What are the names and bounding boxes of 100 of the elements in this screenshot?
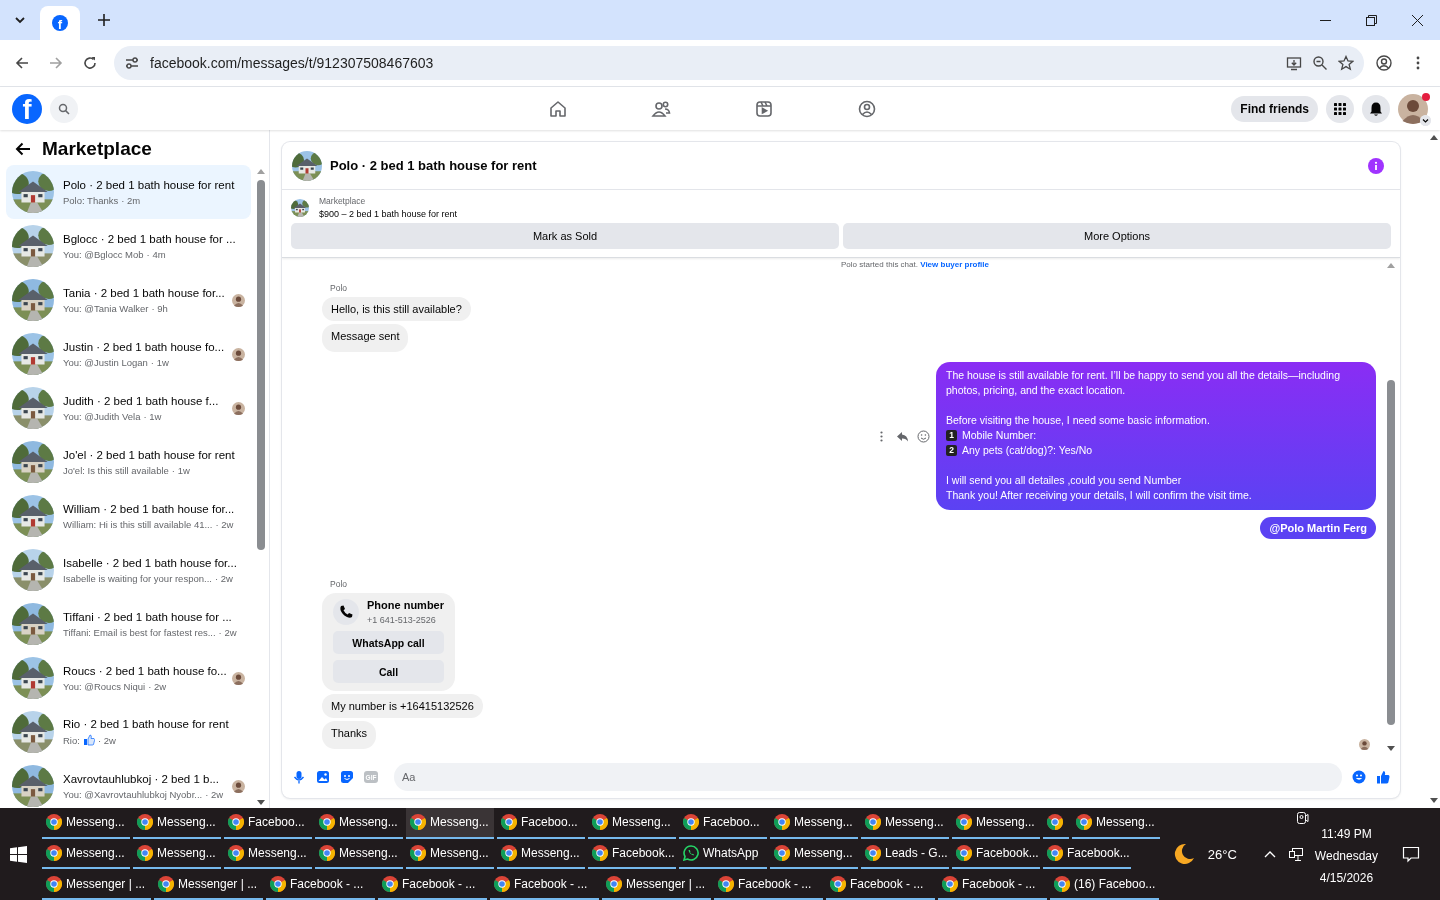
mention-bubble[interactable]: @Polo Martin Ferg (1260, 517, 1376, 539)
site-settings-icon[interactable] (124, 55, 140, 71)
listing-action-button[interactable]: Mark as Sold (291, 223, 839, 249)
taskbar-item[interactable]: Facebook - ... (826, 869, 935, 900)
taskbar-item[interactable]: Leads - G... (861, 838, 949, 870)
taskbar-item[interactable]: Messeng... (315, 838, 403, 870)
notification-icon[interactable] (1402, 845, 1420, 863)
taskbar-item[interactable]: Faceboo... (224, 808, 312, 839)
emoji-icon[interactable] (917, 429, 930, 443)
conversation-item[interactable]: Tania · 2 bed 1 bath house for... You: @Tania Walker · 9h (6, 273, 251, 327)
install-icon[interactable] (1286, 55, 1302, 71)
conversation-item[interactable]: William · 2 bed 1 bath house for... William: Hi is this still available 41... · 2w (6, 489, 251, 543)
browser-icon (501, 814, 517, 831)
back-arrow-icon[interactable] (14, 140, 32, 158)
taskbar-item[interactable]: Facebook - ... (490, 869, 599, 900)
emoji-icon[interactable] (1352, 770, 1366, 784)
face-icon[interactable] (857, 98, 877, 119)
taskbar-item[interactable]: Messeng... (861, 808, 949, 839)
taskbar-item[interactable]: Facebook - ... (266, 869, 375, 900)
taskbar-item[interactable]: Facebook - ... (378, 869, 487, 900)
profile-icon[interactable] (1376, 55, 1392, 71)
conversation-item[interactable]: Xavrovtauhlubkoj · 2 bed 1 b... You: @Xavrovtauhlubkoj Nyobr... · 2w (6, 759, 251, 808)
photo-icon[interactable] (316, 770, 330, 784)
conversation-item[interactable]: Bglocc · 2 bed 1 bath house for ... You: @Bglocc Mob · 4m (6, 219, 251, 273)
conversation-item[interactable]: Justin · 2 bed 1 bath house fo... You: @Justin Logan · 1w (6, 327, 251, 381)
notifications-button[interactable] (1362, 94, 1390, 123)
conversation-item[interactable]: Polo · 2 bed 1 bath house for rent Polo: Thanks · 2m (6, 165, 251, 219)
star-icon[interactable] (1338, 55, 1354, 71)
clock-time[interactable]: 11:49 PM (1321, 827, 1372, 841)
scroll-down-icon[interactable] (1430, 798, 1438, 804)
reply-icon[interactable] (896, 429, 909, 443)
taskbar-item[interactable]: Messeng... (770, 838, 858, 870)
listing-action-button[interactable]: More Options (843, 223, 1391, 249)
scrollbar-thumb[interactable] (1387, 380, 1395, 725)
taskbar-item[interactable]: Messeng... (952, 808, 1040, 839)
conversation-item[interactable]: Isabelle · 2 bed 1 bath house for... Isabelle is waiting for your respon... · 2w (6, 543, 251, 597)
taskbar-item[interactable]: Messeng... (42, 838, 130, 870)
scroll-down-icon[interactable] (1387, 746, 1395, 752)
conversation-preview: You: @Xavrovtauhlubkoj Nyobr... (63, 788, 203, 800)
scroll-down-icon[interactable] (257, 800, 265, 806)
taskbar-item[interactable]: Facebook - ... (714, 869, 823, 900)
scrollbar-thumb[interactable] (257, 180, 265, 550)
network-icon[interactable] (1288, 847, 1303, 861)
clock-date[interactable]: 4/15/2026 (1319, 871, 1374, 885)
clock-day[interactable]: Wednesday (1314, 849, 1378, 863)
call-button[interactable]: Call (333, 660, 444, 683)
taskbar-item[interactable]: Messeng... (406, 838, 494, 870)
conversation-item[interactable]: Judith · 2 bed 1 bath house f... You: @Judith Vela · 1w (6, 381, 251, 435)
taskbar-item[interactable]: Messenger | ... (42, 869, 151, 900)
browser-icon (137, 814, 153, 831)
taskbar-item[interactable]: Messeng... (315, 808, 403, 839)
taskbar-item[interactable]: Facebook... (952, 838, 1040, 870)
info-icon[interactable] (1368, 157, 1384, 174)
caret-icon[interactable] (1420, 114, 1431, 126)
menu-button[interactable] (1326, 94, 1354, 123)
taskbar-item[interactable]: Messeng... (406, 808, 494, 839)
taskbar-item[interactable]: Facebook... (588, 838, 676, 870)
taskbar-item[interactable]: Messenger | ... (602, 869, 711, 900)
windows-icon[interactable] (9, 845, 27, 863)
call-button[interactable]: WhatsApp call (333, 631, 444, 654)
video-icon[interactable] (754, 98, 774, 119)
address-bar[interactable]: facebook.com/messages/t/912307508467603 (114, 46, 1364, 80)
sticker-icon[interactable] (340, 770, 354, 784)
taskbar-item[interactable]: Messenger | ... (154, 869, 263, 900)
zoom-icon[interactable] (1312, 55, 1328, 71)
taskbar-item[interactable]: Messeng... (133, 838, 221, 870)
browser-tab[interactable]: f (40, 6, 80, 40)
taskbar-item[interactable]: Messeng... (497, 838, 585, 870)
taskbar-item[interactable]: WhatsApp (679, 838, 767, 870)
message-line: Before visiting the house, I need some basic information. (946, 413, 1211, 428)
logo[interactable]: f (12, 93, 42, 124)
taskbar-item[interactable]: Messeng... (42, 808, 130, 839)
scroll-up-icon[interactable] (1430, 134, 1438, 140)
taskbar-item[interactable]: Messeng... (224, 838, 312, 870)
conversation-preview: Isabelle is waiting for your respon... (63, 572, 212, 584)
conversation-item[interactable]: Rio · 2 bed 1 bath house for rent Rio: · 2w (6, 705, 251, 759)
taskbar-item[interactable]: (16) Faceboo... (1050, 869, 1159, 900)
camera-icon[interactable] (1294, 811, 1309, 825)
conversation-preview: You: @Bglocc Mob (63, 248, 144, 260)
message-input[interactable]: Aa (394, 763, 1342, 791)
search-button[interactable] (50, 94, 78, 123)
temperature[interactable]: 26°C (1207, 846, 1237, 862)
home-icon[interactable] (548, 98, 568, 119)
bell-icon (1368, 100, 1384, 117)
microphone-icon[interactable] (292, 770, 306, 784)
taskbar-item[interactable]: Messeng... (1072, 808, 1160, 839)
find-friends-button[interactable]: Find friends (1231, 95, 1318, 122)
taskbar-item[interactable]: Messeng... (770, 808, 858, 839)
taskbar-item[interactable]: Messeng... (588, 808, 676, 839)
thumbs-up-icon[interactable] (1376, 770, 1390, 784)
taskbar-item[interactable]: Facebook - ... (938, 869, 1047, 900)
listing-title[interactable]: $900 – 2 bed 1 bath house for rent (319, 209, 458, 219)
taskbar-item[interactable]: Faceboo... (679, 808, 767, 839)
taskbar-item[interactable]: Faceboo... (497, 808, 585, 839)
conversation-item[interactable]: Jo'el · 2 bed 1 bath house for rent Jo'el: Is this still available · 1w (6, 435, 251, 489)
taskbar-item[interactable]: Messeng... (133, 808, 221, 839)
taskbar-item[interactable]: Facebook... (1043, 838, 1131, 870)
buyer-profile-link[interactable]: View buyer profile (920, 260, 989, 269)
conversation-item[interactable]: Roucs · 2 bed 1 bath house fo... You: @Roucs Niqui · 2w (6, 651, 251, 705)
conversation-item[interactable]: Tiffani · 2 bed 1 bath house for ... Tiffani: Email is best for fastest res... · 2w (6, 597, 251, 651)
